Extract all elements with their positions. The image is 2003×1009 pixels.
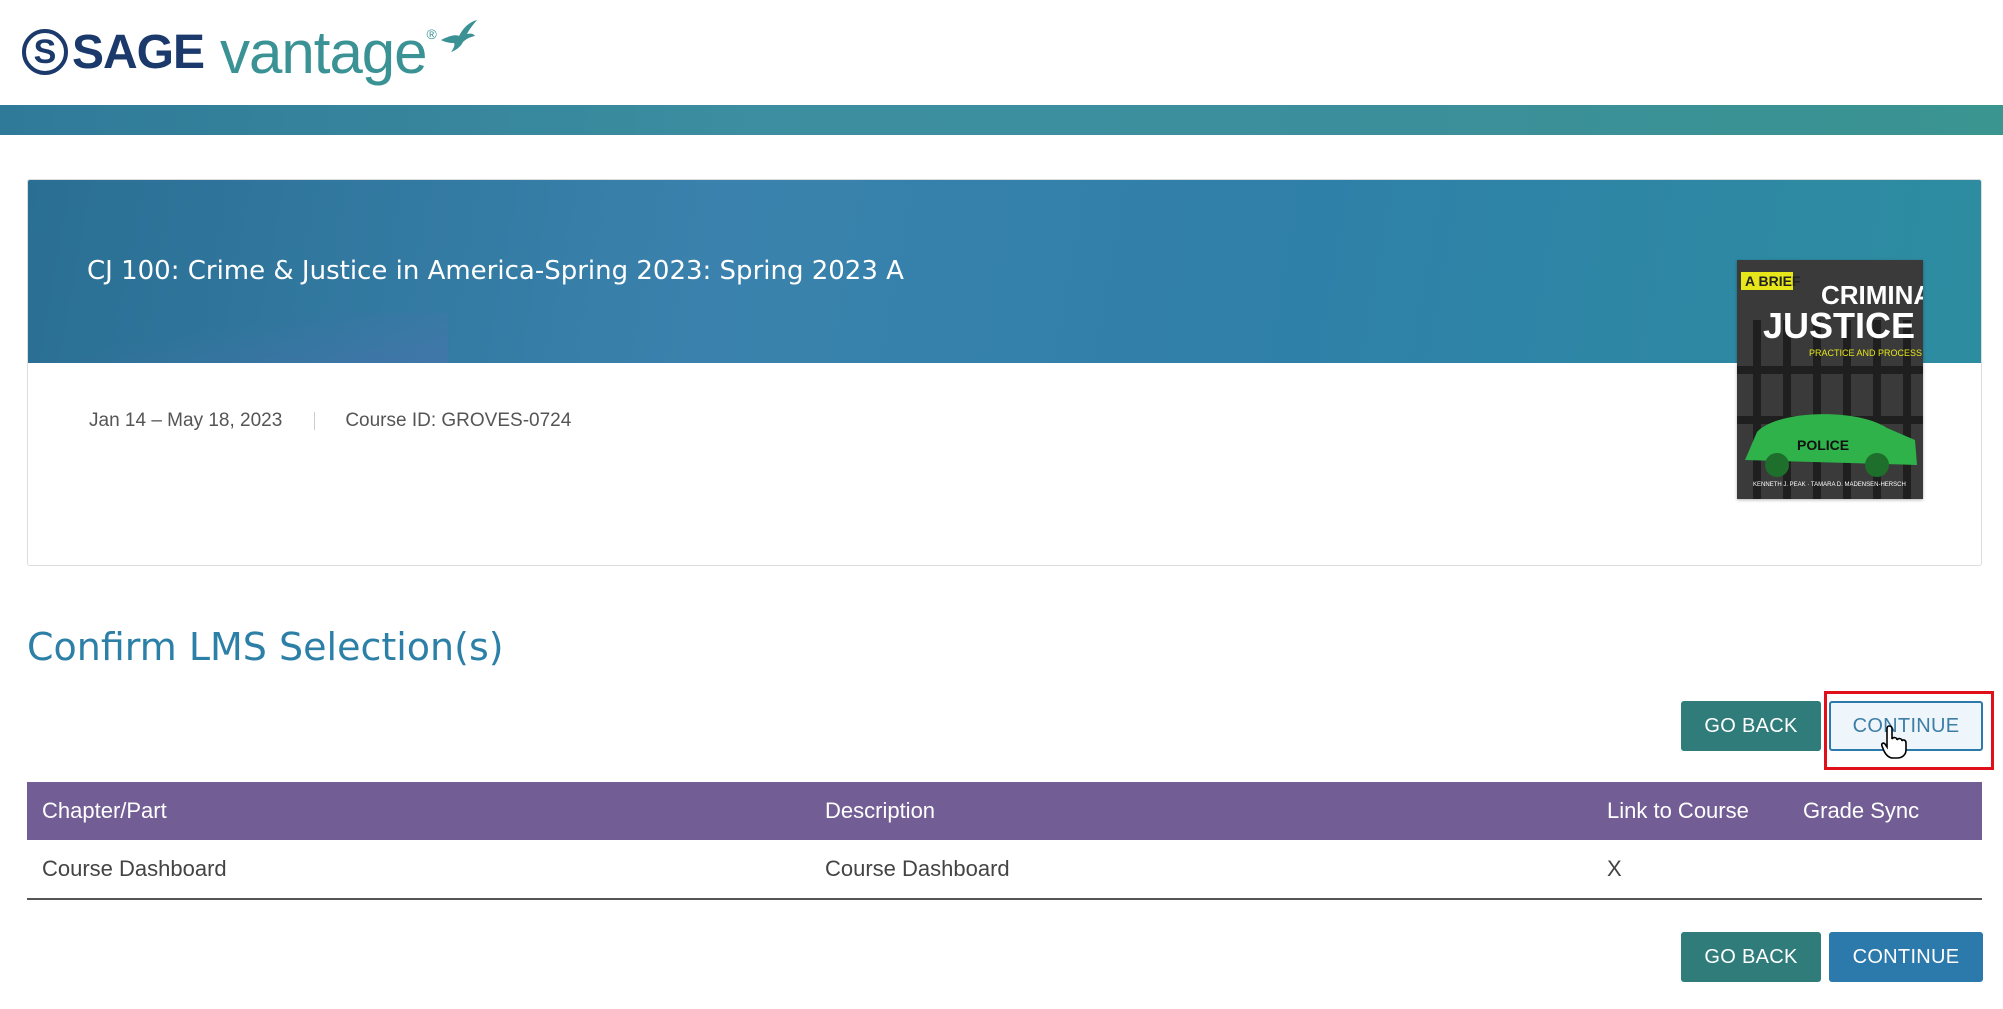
column-header-description[interactable]: Description bbox=[825, 798, 935, 824]
go-back-button[interactable]: GO BACK bbox=[1681, 701, 1821, 751]
course-card: CJ 100: Crime & Justice in America-Sprin… bbox=[27, 179, 1982, 566]
header-banner bbox=[0, 105, 2003, 135]
book-car-label: POLICE bbox=[1797, 437, 1849, 453]
go-back-button-bottom[interactable]: GO BACK bbox=[1681, 932, 1821, 982]
meta-divider bbox=[314, 412, 316, 430]
logo-vantage-text: vantage bbox=[220, 18, 428, 86]
book-subtitle: PRACTICE AND PROCESS bbox=[1809, 348, 1922, 358]
course-id: Course ID: GROVES-0724 bbox=[345, 410, 572, 431]
site-header: S SAGE vantage ® bbox=[0, 0, 2003, 135]
table-row: Course Dashboard Course Dashboard X bbox=[27, 840, 1982, 900]
cell-description: Course Dashboard bbox=[825, 856, 1010, 881]
cell-link-to-course[interactable]: X bbox=[1607, 856, 1622, 882]
book-tag: A BRIEF bbox=[1745, 273, 1801, 289]
hand-pointer-icon bbox=[1881, 725, 1907, 759]
course-hero: CJ 100: Crime & Justice in America-Sprin… bbox=[28, 180, 1981, 363]
course-dates: Jan 14 – May 18, 2023 bbox=[89, 410, 283, 431]
book-cover-image: A BRIEF CRIMINAL JUSTICE PRACTICE AND PR… bbox=[1737, 260, 1923, 499]
sage-vantage-logo[interactable]: S SAGE vantage ® bbox=[22, 16, 479, 88]
hummingbird-icon bbox=[440, 20, 477, 52]
course-title: CJ 100: Crime & Justice in America-Sprin… bbox=[87, 256, 904, 286]
book-title-line2: JUSTICE bbox=[1763, 305, 1915, 346]
course-meta: Jan 14 – May 18, 2023 Course ID: GROVES-… bbox=[89, 410, 571, 432]
highlight-annotation bbox=[1824, 691, 1994, 770]
page-title: Confirm LMS Selection(s) bbox=[27, 625, 504, 669]
lms-selection-table: Chapter/Part Description Link to Course … bbox=[27, 782, 1982, 900]
column-header-chapter[interactable]: Chapter/Part bbox=[42, 798, 167, 824]
registered-mark: ® bbox=[426, 26, 437, 42]
table-header: Chapter/Part Description Link to Course … bbox=[27, 782, 1982, 840]
cell-chapter: Course Dashboard bbox=[42, 856, 227, 881]
book-authors: KENNETH J. PEAK · TAMARA D. MADENSEN-HER… bbox=[1753, 482, 1906, 488]
logo-sage-text: SAGE bbox=[72, 25, 205, 79]
sage-s-icon: S bbox=[22, 29, 68, 75]
column-header-link[interactable]: Link to Course bbox=[1607, 798, 1749, 824]
continue-button-bottom[interactable]: CONTINUE bbox=[1829, 932, 1983, 982]
book-cover-art: A BRIEF CRIMINAL JUSTICE PRACTICE AND PR… bbox=[1737, 260, 1923, 499]
column-header-grade-sync[interactable]: Grade Sync bbox=[1803, 798, 1919, 824]
